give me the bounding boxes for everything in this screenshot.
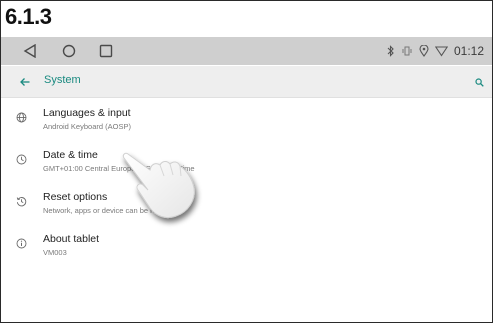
list-item-languages-input[interactable]: Languages & input Android Keyboard (AOSP… <box>1 99 492 141</box>
list-item-title: Languages & input <box>43 107 131 119</box>
status-time: 01:12 <box>453 44 484 58</box>
bluetooth-icon <box>387 45 394 57</box>
list-item-title: Reset options <box>43 191 108 203</box>
list-item-title: About tablet <box>43 233 100 245</box>
search-button[interactable] <box>472 75 486 89</box>
list-item-reset-options[interactable]: Reset options Network, apps or device ca… <box>1 183 492 225</box>
clock-icon <box>15 153 28 166</box>
step-label: 6.1.3 <box>5 4 52 29</box>
system-navigation-bar: 01:12 <box>1 37 492 65</box>
globe-icon <box>15 111 28 124</box>
history-icon <box>15 195 28 208</box>
search-icon <box>474 77 484 87</box>
arrow-left-icon <box>20 78 30 86</box>
wifi-icon <box>434 46 448 57</box>
location-icon <box>419 45 429 57</box>
list-item-about-tablet[interactable]: About tablet VM003 <box>1 225 492 267</box>
back-button[interactable] <box>18 75 32 89</box>
list-item-subtitle: GMT+01:00 Central European Standard Time <box>43 164 195 173</box>
nav-recents-button[interactable] <box>97 42 115 60</box>
status-icons: 01:12 <box>387 42 484 60</box>
settings-app-bar: System <box>1 66 492 98</box>
recents-square-icon <box>99 44 113 58</box>
back-triangle-icon <box>23 44 36 58</box>
nav-home-button[interactable] <box>60 42 78 60</box>
vibrate-icon <box>402 46 412 56</box>
settings-list: Languages & input Android Keyboard (AOSP… <box>1 99 492 267</box>
list-item-subtitle: VM003 <box>43 248 67 257</box>
list-item-title: Date & time <box>43 149 98 161</box>
page-title: System <box>44 74 81 86</box>
list-item-date-time[interactable]: Date & time GMT+01:00 Central European S… <box>1 141 492 183</box>
nav-back-button[interactable] <box>21 42 39 60</box>
home-circle-icon <box>62 44 76 58</box>
list-item-subtitle: Android Keyboard (AOSP) <box>43 122 131 131</box>
list-item-subtitle: Network, apps or device can be reset <box>43 206 167 215</box>
info-icon <box>15 237 28 250</box>
